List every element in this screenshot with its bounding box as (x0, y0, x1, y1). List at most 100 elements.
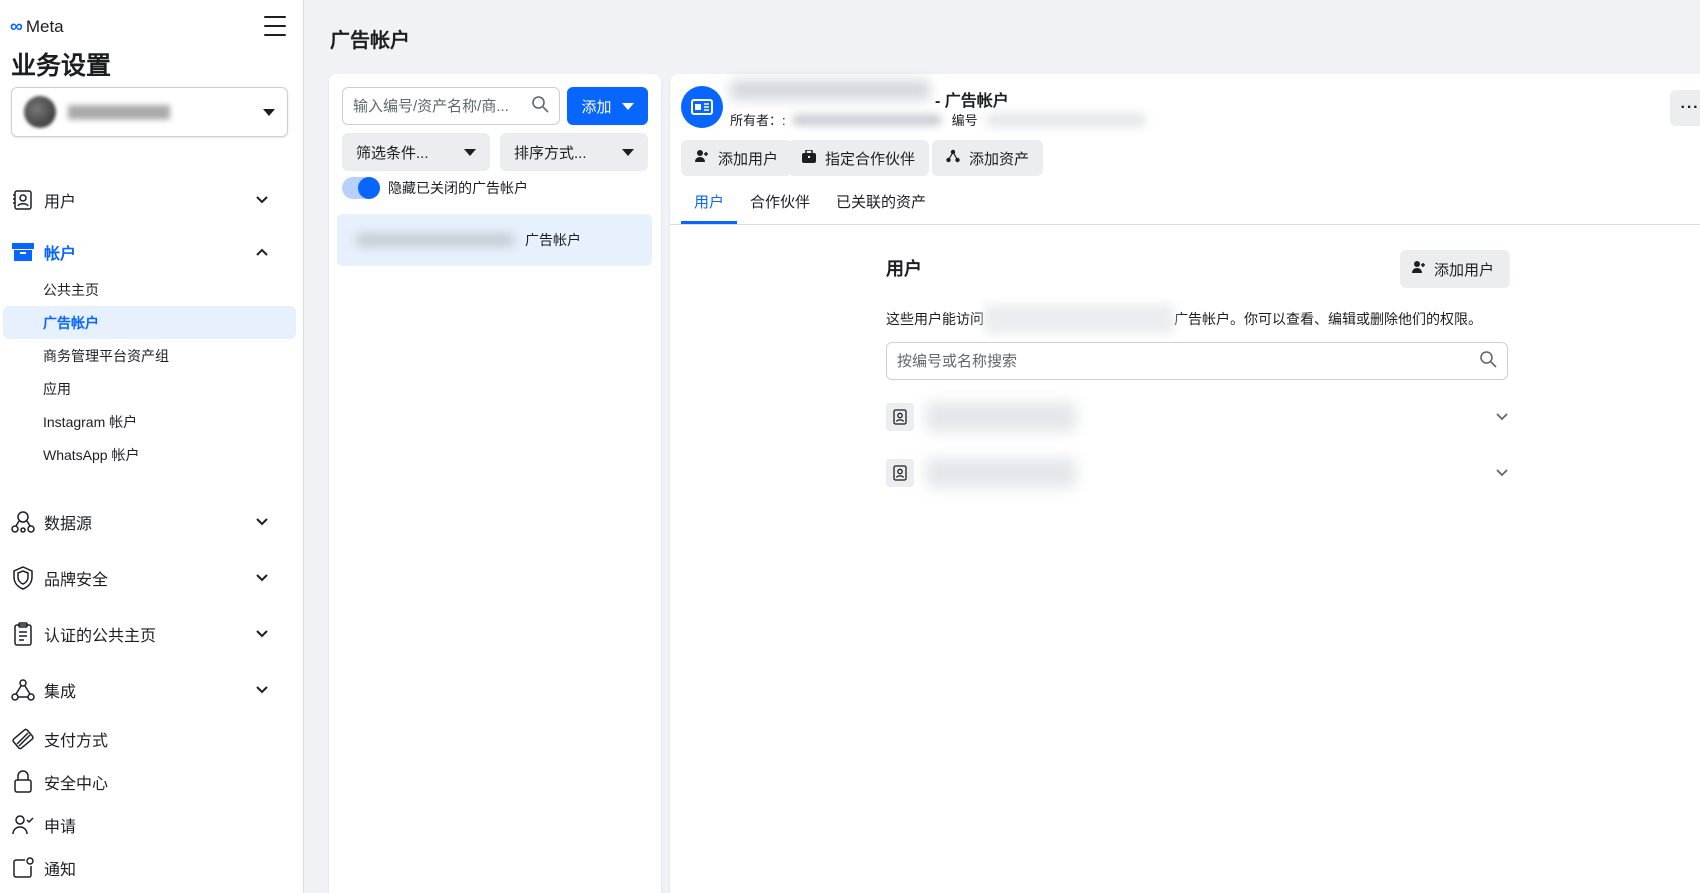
ad-account-list-panel: 添加 筛选条件... 排序方式... 隐藏已关闭的广告帐户 广告帐户 (329, 74, 661, 893)
subnav-asset-groups[interactable]: 商务管理平台资产组 (3, 339, 296, 372)
page-title: 广告帐户 (330, 30, 410, 52)
more-options-button[interactable]: ··· (1670, 90, 1700, 126)
add-button-label: 添加 (581, 98, 612, 116)
shield-icon (11, 566, 35, 590)
app-title: 业务设置 (11, 52, 112, 80)
tabs-divider (670, 224, 1700, 225)
caret-down-icon (622, 148, 634, 156)
business-name-redacted: ████████████ (68, 105, 171, 119)
business-avatar (24, 96, 56, 128)
caret-down-icon (464, 148, 476, 156)
asset-search-input[interactable] (353, 97, 531, 115)
archive-box-icon (11, 240, 35, 264)
clipboard-icon (11, 622, 35, 646)
subnav-apps[interactable]: 应用 (3, 372, 296, 405)
hide-closed-toggle-label: 隐藏已关闭的广告帐户 (388, 180, 528, 196)
briefcase-icon (802, 148, 816, 167)
chevron-down-icon[interactable] (1496, 464, 1508, 482)
hide-closed-toggle[interactable] (342, 177, 380, 199)
user-card-icon (11, 188, 35, 212)
nav-security-center-label: 安全中心 (44, 776, 109, 793)
ad-account-list-item[interactable]: 广告帐户 (337, 214, 652, 266)
nav-accounts-label: 帐户 (44, 246, 77, 263)
user-card-icon (886, 403, 914, 431)
nav-requests[interactable]: 申请 (0, 805, 296, 845)
menu-icon[interactable] (264, 16, 286, 36)
add-user-action-label: 添加用户 (718, 150, 779, 168)
subnav-pages[interactable]: 公共主页 (3, 273, 296, 306)
subnav-instagram[interactable]: Instagram 帐户 (3, 405, 296, 438)
nav-integrations-label: 集成 (44, 684, 77, 701)
owner-name-redacted (791, 113, 942, 126)
user-list-item[interactable] (886, 397, 1508, 437)
users-desc-prefix: 这些用户能访问 (886, 311, 984, 327)
add-user-button[interactable]: 添加用户 (1400, 250, 1511, 288)
add-asset-button[interactable]: 添加资产 (932, 140, 1044, 176)
lock-icon (11, 770, 35, 794)
chevron-down-icon (252, 630, 272, 638)
add-asset-label: 添加资产 (969, 150, 1030, 168)
nav-brand-safety[interactable]: 品牌安全 (0, 558, 296, 598)
users-desc-suffix: 广告帐户。你可以查看、编辑或删除他们的权限。 (1174, 311, 1482, 327)
assign-partner-label: 指定合作伙伴 (825, 150, 916, 168)
brand-name: Meta (25, 16, 64, 36)
filter-dropdown-label: 筛选条件... (356, 144, 429, 162)
nav-data-sources[interactable]: 数据源 (0, 502, 296, 542)
subnav-whatsapp[interactable]: WhatsApp 帐户 (3, 438, 296, 471)
users-description: 这些用户能访问 广告帐户。你可以查看、编辑或删除他们的权限。 (886, 304, 1482, 334)
asset-search-box[interactable] (342, 87, 560, 125)
nav-users-label: 用户 (44, 194, 77, 211)
assign-partner-button[interactable]: 指定合作伙伴 (788, 140, 930, 176)
notification-icon (11, 856, 35, 880)
nav-integrations[interactable]: 集成 (0, 670, 296, 710)
user-name-redacted (926, 458, 1076, 488)
detail-title: - 广告帐户 (935, 93, 1009, 110)
integrations-icon (11, 678, 35, 702)
filter-dropdown[interactable]: 筛选条件... (342, 133, 490, 171)
account-id-redacted (985, 112, 1146, 127)
chevron-down-icon[interactable] (1496, 408, 1508, 426)
owner-line: 所有者：: 编号 (730, 110, 1146, 129)
account-type-label: 广告帐户 (525, 232, 581, 248)
user-check-icon (11, 813, 35, 837)
nav-security-center[interactable]: 安全中心 (0, 762, 296, 802)
owner-label: 所有者：: (730, 113, 786, 128)
network-icon (946, 149, 960, 167)
meta-logo: ∞ Meta (10, 16, 64, 37)
ad-account-detail-panel: - 广告帐户 所有者：: 编号 ··· 添加用户 指定合作伙伴 添加资产 用户 … (670, 74, 1700, 893)
add-user-button-label: 添加用户 (1434, 261, 1495, 279)
user-list-item[interactable] (886, 453, 1508, 493)
subnav-ad-accounts[interactable]: 广告帐户 (3, 306, 296, 339)
nav-payment-methods-label: 支付方式 (44, 733, 109, 750)
nav-users[interactable]: 用户 (0, 180, 296, 220)
nav-notifications-label: 通知 (44, 862, 77, 879)
nav-accounts[interactable]: 帐户 (0, 232, 296, 272)
nav-verified-pages[interactable]: 认证的公共主页 (0, 614, 296, 654)
business-selector[interactable]: ████████████ (11, 87, 288, 137)
user-card-icon (886, 459, 914, 487)
nav-requests-label: 申请 (44, 819, 77, 836)
search-icon (531, 95, 549, 118)
sort-dropdown[interactable]: 排序方式... (500, 133, 648, 171)
users-section-title: 用户 (886, 259, 922, 279)
nav-notifications[interactable]: 通知 (0, 848, 296, 888)
search-icon (1479, 350, 1497, 373)
account-name-redacted (730, 80, 930, 100)
credit-card-icon (11, 727, 35, 751)
add-person-icon (695, 149, 709, 167)
tab-linked-assets[interactable]: 已关联的资产 (823, 178, 939, 224)
add-button[interactable]: 添加 (567, 87, 648, 125)
nav-brand-safety-label: 品牌安全 (44, 572, 109, 589)
nav-payment-methods[interactable]: 支付方式 (0, 719, 296, 759)
add-user-action-button[interactable]: 添加用户 (681, 140, 793, 176)
sort-dropdown-label: 排序方式... (514, 144, 587, 162)
user-name-redacted (926, 402, 1076, 432)
account-name-redacted (355, 233, 515, 247)
user-search-input[interactable] (897, 352, 1479, 370)
tab-partners[interactable]: 合作伙伴 (737, 178, 823, 224)
user-search-box[interactable] (886, 342, 1508, 380)
tab-users[interactable]: 用户 (681, 178, 738, 224)
chevron-down-icon (252, 686, 272, 694)
chevron-up-icon (252, 248, 272, 256)
account-name-redacted (984, 304, 1174, 334)
